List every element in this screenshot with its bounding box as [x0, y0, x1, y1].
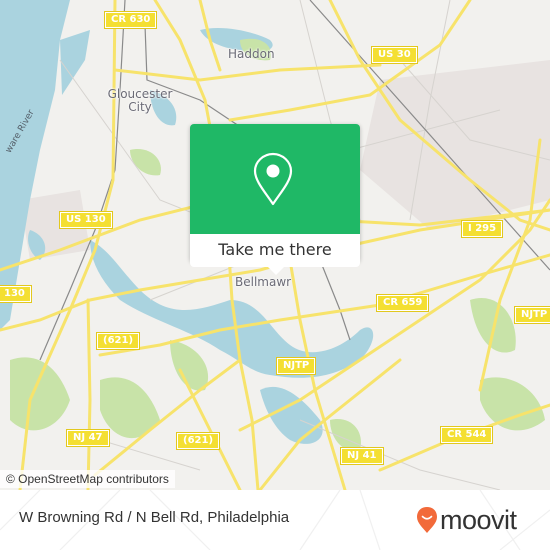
moovit-logo[interactable]: moovit	[416, 504, 517, 536]
map-attribution[interactable]: © OpenStreetMap contributors	[0, 470, 175, 488]
road-shield-130: 130	[0, 285, 32, 303]
residential-area	[360, 60, 550, 230]
road-shield-cr-659: CR 659	[375, 294, 430, 312]
park	[10, 357, 70, 431]
road-shield-us-130: US 130	[59, 211, 113, 229]
park	[480, 377, 545, 431]
moovit-pin-icon	[417, 507, 437, 533]
road-shield-cr-544: CR 544	[439, 426, 494, 444]
popup-header	[190, 124, 360, 234]
road-shield-nj-47: NJ 47	[66, 429, 110, 447]
park	[170, 340, 209, 391]
place-label-haddon: Haddon	[228, 47, 275, 61]
park	[130, 149, 161, 176]
place-label-bellmawr: Bellmawr	[235, 275, 292, 289]
park	[330, 419, 361, 451]
road-shield-cr-630: CR 630	[103, 11, 158, 29]
delaware-river	[0, 0, 70, 330]
take-me-there-button[interactable]: Take me there	[190, 234, 360, 267]
river-inlet	[60, 30, 90, 95]
destination-popup: Take me there	[190, 124, 360, 275]
footer-bar: W Browning Rd / N Bell Rd, Philadelphia …	[0, 490, 550, 550]
road-shield-621: (621)	[95, 332, 141, 350]
popup-pointer	[268, 267, 284, 275]
road-shield-i-295: I 295	[460, 220, 504, 238]
place-label-gloucester-city: Gloucester City	[107, 87, 173, 114]
road-shield-us-30: US 30	[371, 46, 418, 64]
road-shield-nj-41: NJ 41	[340, 447, 384, 465]
map-pin-icon	[253, 152, 293, 206]
road-shield-njtp: NJTP	[513, 306, 550, 324]
moovit-wordmark: moovit	[440, 504, 517, 535]
road-shield-njtp: NJTP	[275, 357, 317, 375]
map-canvas[interactable]: Haddon Gloucester City Bellmawr ware Riv…	[0, 0, 550, 490]
stop-title: W Browning Rd / N Bell Rd, Philadelphia	[19, 509, 290, 526]
road-shield-621: (621)	[175, 432, 221, 450]
